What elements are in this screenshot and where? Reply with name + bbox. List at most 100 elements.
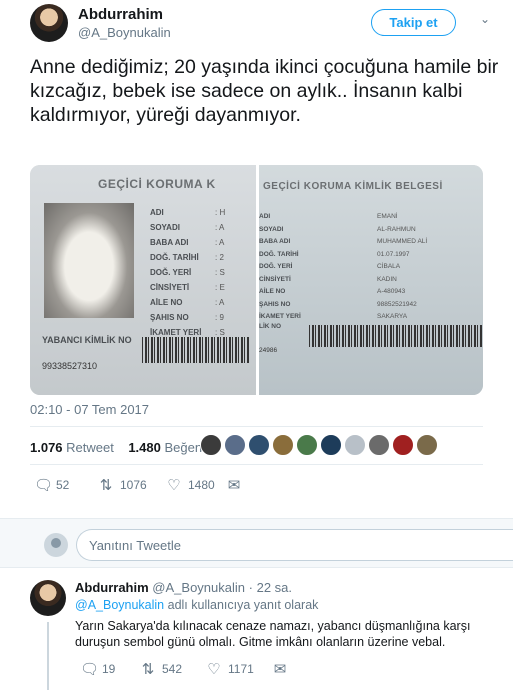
field-label: BABA ADI — [259, 238, 291, 245]
likes-count[interactable]: 1.480 — [128, 440, 161, 455]
liker-avatar[interactable] — [296, 434, 318, 456]
reply-message-action[interactable]: ✉ — [272, 660, 294, 678]
reply-author: Abdurrahim @A_Boynukalin · 22 sa. — [75, 580, 293, 595]
author-name[interactable]: Abdurrahim — [78, 6, 163, 23]
id-card-photo-left[interactable]: GEÇİCİ KORUMA K ADI SOYADI BABA ADI DOĞ.… — [30, 165, 256, 395]
tweet-text: Anne dediğimiz; 20 yaşında ikinci çocuğu… — [30, 56, 499, 126]
card-field-labels: ADI SOYADI BABA ADI DOĞ. TARİHİ DOĞ. YER… — [259, 211, 301, 324]
reply-to-suffix: adlı kullanıcıya yanıt olarak — [167, 598, 319, 612]
liker-avatar[interactable] — [344, 434, 366, 456]
foreign-id-number: 24986 — [259, 347, 278, 354]
barcode-icon — [142, 337, 250, 363]
likes-label[interactable]: Beğeni — [165, 440, 205, 455]
field-value: : 2 — [215, 253, 224, 262]
main-tweet: Abdurrahim @A_Boynukalin Takip et ⌄ Anne… — [0, 0, 513, 518]
tweet-timestamp[interactable]: 02:10 - 07 Tem 2017 — [30, 402, 149, 417]
liker-avatar[interactable] — [248, 434, 270, 456]
liker-avatars[interactable] — [200, 434, 438, 456]
heart-icon[interactable]: ♡ — [166, 476, 182, 494]
user-avatar — [44, 533, 68, 557]
field-value: : S — [215, 268, 225, 277]
card-field-labels: ADI SOYADI BABA ADI DOĞ. TARİHİ DOĞ. YER… — [150, 205, 201, 340]
chevron-down-icon[interactable]: ⌄ — [480, 12, 490, 26]
field-label: BABA ADI — [150, 238, 189, 247]
reply-time[interactable]: 22 sa. — [257, 580, 292, 595]
reply-like-count: 1171 — [228, 662, 254, 676]
reply-text: Yarın Sakarya'da kılınacak cenaze namazı… — [75, 619, 471, 649]
field-label: DOĞ. YERİ — [259, 263, 293, 270]
reply-count: 52 — [56, 478, 70, 492]
tweet-media[interactable]: GEÇİCİ KORUMA K ADI SOYADI BABA ADI DOĞ.… — [30, 165, 483, 395]
field-label: CİNSİYETİ — [150, 283, 190, 292]
reply-to-handle[interactable]: @A_Boynukalin — [75, 598, 164, 612]
field-label: İKAMET YERİ — [259, 313, 301, 320]
reply-compose: Yanıtını Tweetle — [0, 518, 513, 568]
card-field-values: EMANİ AL-RAHMUN MUHAMMED ALİ 01.07.1997 … — [377, 211, 427, 324]
field-label: ŞAHIS NO — [150, 313, 189, 322]
field-label: AİLE NO — [259, 288, 286, 295]
field-value: KADIN — [377, 275, 397, 283]
liker-avatar[interactable] — [320, 434, 342, 456]
field-label: ADI — [150, 208, 164, 217]
reply-author-avatar[interactable] — [30, 580, 66, 616]
id-card-photo-right[interactable]: GEÇİCİ KORUMA KİMLİK BELGESİ ADI SOYADI … — [256, 165, 483, 395]
reply-author-name[interactable]: Abdurrahim — [75, 580, 149, 595]
envelope-icon[interactable]: ✉ — [272, 660, 288, 678]
reply-author-handle[interactable]: @A_Boynukalin — [152, 580, 245, 595]
retweet-action[interactable]: ⇅ 1076 — [98, 476, 147, 494]
reply-like-action[interactable]: ♡ 1171 — [206, 660, 254, 678]
card-title: GEÇİCİ KORUMA K — [98, 177, 216, 191]
reply-input[interactable]: Yanıtını Tweetle — [76, 529, 513, 561]
field-value: AL-RAHMUN — [377, 225, 416, 233]
field-label: ADI — [259, 213, 271, 220]
card-title: GEÇİCİ KORUMA KİMLİK BELGESİ — [263, 181, 443, 192]
author-handle[interactable]: @A_Boynukalin — [78, 25, 171, 40]
liker-avatar[interactable] — [392, 434, 414, 456]
field-value: EMANİ — [377, 213, 398, 220]
reply-reply-action[interactable]: 🗨 19 — [80, 660, 115, 678]
like-count: 1480 — [188, 478, 215, 492]
retweet-icon[interactable]: ⇅ — [140, 660, 156, 678]
field-value: SAKARYA — [377, 313, 408, 320]
liker-avatar[interactable] — [224, 434, 246, 456]
field-label: SOYADI — [259, 225, 284, 233]
foreign-id-number: 99338527310 — [42, 361, 98, 371]
field-label: DOĞ. YERİ — [150, 268, 192, 277]
reply-reply-count: 19 — [102, 662, 116, 676]
id-photo — [44, 203, 134, 318]
card-field-values: : H : A : A : 2 : S : E : A : 9 : S — [215, 205, 225, 340]
field-label: ŞAHIS NO — [259, 300, 291, 308]
follow-button[interactable]: Takip et — [371, 9, 456, 36]
reply-to-line: @A_Boynukalin adlı kullanıcıya yanıt ola… — [75, 598, 318, 612]
divider — [30, 464, 483, 465]
liker-avatar[interactable] — [200, 434, 222, 456]
reply-retweet-action[interactable]: ⇅ 542 — [140, 660, 182, 678]
liker-avatar[interactable] — [272, 434, 294, 456]
retweet-icon[interactable]: ⇅ — [98, 476, 114, 494]
reply-action[interactable]: 🗨 52 — [34, 476, 69, 494]
message-action[interactable]: ✉ — [226, 476, 248, 494]
foreign-id-label: YABANCI KİMLİK NO — [42, 335, 132, 345]
retweets-count[interactable]: 1.076 — [30, 440, 63, 455]
envelope-icon[interactable]: ✉ — [226, 476, 242, 494]
liker-avatar[interactable] — [368, 434, 390, 456]
field-value: : A — [215, 223, 225, 232]
reply-icon[interactable]: 🗨 — [34, 476, 53, 494]
field-label: DOĞ. TARİHİ — [150, 253, 199, 262]
liker-avatar[interactable] — [416, 434, 438, 456]
field-value: : E — [215, 283, 225, 292]
field-value: : A — [215, 298, 225, 307]
field-label: SOYADI — [150, 223, 180, 232]
reply-icon[interactable]: 🗨 — [80, 660, 99, 678]
retweets-label[interactable]: Retweet — [66, 440, 114, 455]
heart-icon[interactable]: ♡ — [206, 660, 222, 678]
field-value: : H — [215, 208, 226, 217]
author-avatar[interactable] — [30, 4, 68, 42]
foreign-id-label: LİK NO — [259, 323, 282, 330]
field-value: CİBALA — [377, 263, 401, 270]
field-label: AİLE NO — [150, 298, 183, 307]
field-value: A-480943 — [377, 288, 406, 295]
like-action[interactable]: ♡ 1480 — [166, 476, 215, 494]
barcode-icon — [309, 325, 483, 347]
engagement-stats: 1.076 Retweet 1.480 Beğeni — [30, 440, 205, 455]
